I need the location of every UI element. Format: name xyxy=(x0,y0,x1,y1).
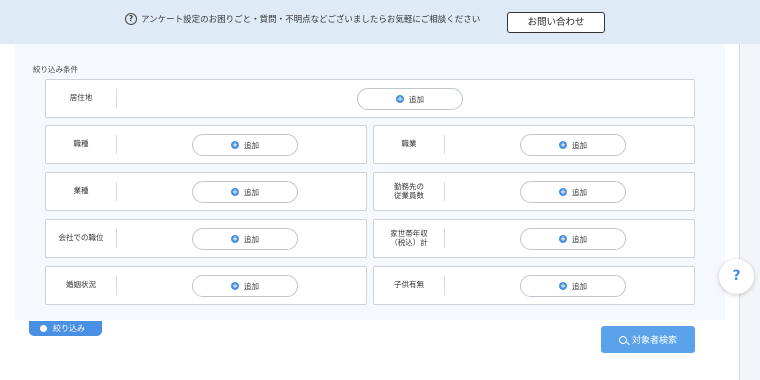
search-respondents-button[interactable]: 対象者検索 xyxy=(601,326,695,353)
search-label: 対象者検索 xyxy=(631,336,677,346)
notice-bar: ? アンケート設定のお困りごと・質問・不明点などございましたらお気軽にご相談くだ… xyxy=(0,0,760,44)
add-label: 追加 xyxy=(572,140,587,150)
plus-circle-icon: + xyxy=(559,282,567,290)
plus-circle-icon: + xyxy=(231,141,239,149)
plus-circle-icon: + xyxy=(559,235,567,243)
notice-message: ? アンケート設定のお困りごと・質問・不明点などございましたらお気軽にご相談くだ… xyxy=(125,13,480,25)
field-divider xyxy=(116,182,117,201)
help-circle-icon: ? xyxy=(125,13,137,25)
field-label: 勤務先の 従業員数 xyxy=(394,182,424,200)
field-divider xyxy=(444,182,445,201)
field-divider xyxy=(444,135,445,154)
add-position-button[interactable]: + 追加 xyxy=(192,228,298,250)
add-label: 追加 xyxy=(244,281,259,291)
plus-circle-icon: + xyxy=(559,188,567,196)
filter-field-occupation: 職業 + 追加 xyxy=(373,125,695,164)
plus-circle-icon: + xyxy=(231,282,239,290)
add-label: 追加 xyxy=(572,281,587,291)
field-divider xyxy=(116,89,117,108)
filter-field-job-type: 職種 + 追加 xyxy=(45,125,367,164)
filter-field-children: 子供有無 + 追加 xyxy=(373,266,695,305)
plus-circle-icon: + xyxy=(396,95,404,103)
filter-field-company-size: 勤務先の 従業員数 + 追加 xyxy=(373,172,695,211)
plus-circle-icon: + xyxy=(559,141,567,149)
contact-button[interactable]: お問い合わせ xyxy=(507,12,605,33)
add-occupation-button[interactable]: + 追加 xyxy=(520,134,626,156)
field-divider xyxy=(116,276,117,295)
field-label: 居住地 xyxy=(69,93,93,103)
field-label: 職業 xyxy=(401,139,417,149)
add-label: 追加 xyxy=(572,234,587,244)
field-divider xyxy=(444,229,445,248)
notice-text: アンケート設定のお困りごと・質問・不明点などございましたらお気軽にご相談ください xyxy=(141,15,481,25)
add-label: 追加 xyxy=(244,187,259,197)
plus-circle-icon: + xyxy=(231,188,239,196)
filter-field-position: 会社での職位 + 追加 xyxy=(45,219,367,258)
add-job-type-button[interactable]: + 追加 xyxy=(192,134,298,156)
add-label: 追加 xyxy=(409,94,424,104)
add-label: 追加 xyxy=(572,187,587,197)
narrow-label: 絞り込み xyxy=(53,324,85,333)
field-label: 家世帯年収 （税込）計 xyxy=(390,229,428,247)
add-household-income-button[interactable]: + 追加 xyxy=(520,228,626,250)
search-icon xyxy=(618,335,627,344)
add-residence-button[interactable]: + 追加 xyxy=(357,88,463,110)
narrow-filter-button[interactable]: 絞り込み xyxy=(29,321,102,336)
field-divider xyxy=(116,229,117,248)
field-divider xyxy=(116,135,117,154)
filter-field-residence: 居住地 + 追加 xyxy=(45,79,695,118)
add-marital-status-button[interactable]: + 追加 xyxy=(192,275,298,297)
field-label: 会社での職位 xyxy=(58,233,104,243)
filter-title: 絞り込み条件 xyxy=(33,65,78,74)
toggle-circle-icon xyxy=(40,325,47,332)
field-label: 職種 xyxy=(73,139,89,149)
filter-field-marital-status: 婚姻状況 + 追加 xyxy=(45,266,367,305)
filter-field-household-income: 家世帯年収 （税込）計 + 追加 xyxy=(373,219,695,258)
add-company-size-button[interactable]: + 追加 xyxy=(520,181,626,203)
filter-field-industry: 業種 + 追加 xyxy=(45,172,367,211)
field-label: 子供有無 xyxy=(394,280,424,290)
plus-circle-icon: + xyxy=(231,235,239,243)
field-divider xyxy=(444,276,445,295)
help-float-button[interactable]: ? xyxy=(719,259,754,294)
add-label: 追加 xyxy=(244,234,259,244)
add-children-button[interactable]: + 追加 xyxy=(520,275,626,297)
add-industry-button[interactable]: + 追加 xyxy=(192,181,298,203)
field-label: 婚姻状況 xyxy=(66,280,96,290)
field-label: 業種 xyxy=(73,186,89,196)
add-label: 追加 xyxy=(244,140,259,150)
